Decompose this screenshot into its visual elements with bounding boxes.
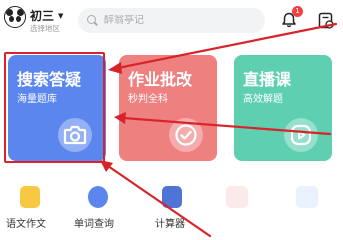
tool-label: 单词查询 (74, 219, 114, 230)
notification-badge: 1 (292, 6, 303, 17)
tool-label: 语文作文 (6, 219, 46, 230)
play-icon[interactable] (284, 118, 318, 152)
card-title: 作业批改 (128, 70, 193, 89)
avatar-ear (6, 9, 13, 16)
search-bar[interactable] (78, 8, 265, 33)
caret-down-icon: ▼ (58, 11, 64, 20)
avatar[interactable] (4, 6, 26, 28)
card-subtitle: 秒判全科 (128, 94, 168, 105)
avatar-eye (16, 16, 21, 22)
tool-word-lookup[interactable]: 单词查询 (74, 186, 144, 236)
tool-icon-faded[interactable] (226, 186, 248, 208)
search-icon (87, 15, 98, 26)
grade-selector[interactable]: 初三 ▼ (30, 7, 63, 24)
tool-label: 计算器 (155, 219, 185, 230)
homework-check-card[interactable]: 作业批改 秒判全科 (119, 55, 217, 161)
avatar-eye (9, 16, 14, 22)
avatar-ear (17, 9, 24, 16)
highlight-box (4, 52, 105, 163)
tool-essay[interactable]: 语文作文 (0, 186, 70, 236)
region-selector[interactable]: 选择地区 (30, 23, 60, 34)
tool-calculator[interactable]: 计算器 (153, 186, 223, 236)
search-input[interactable] (104, 15, 254, 26)
calculator-icon (162, 186, 182, 208)
live-class-card[interactable]: 直播课 高效解题 (234, 55, 332, 161)
essay-icon (20, 186, 40, 208)
check-icon[interactable] (169, 118, 203, 152)
card-subtitle: 高效解题 (243, 94, 283, 105)
card-title: 直播课 (243, 70, 292, 89)
tool-icon-faded[interactable] (296, 186, 318, 208)
message-icon[interactable] (318, 12, 334, 29)
grade-label: 初三 (30, 9, 55, 23)
word-icon (88, 186, 108, 208)
